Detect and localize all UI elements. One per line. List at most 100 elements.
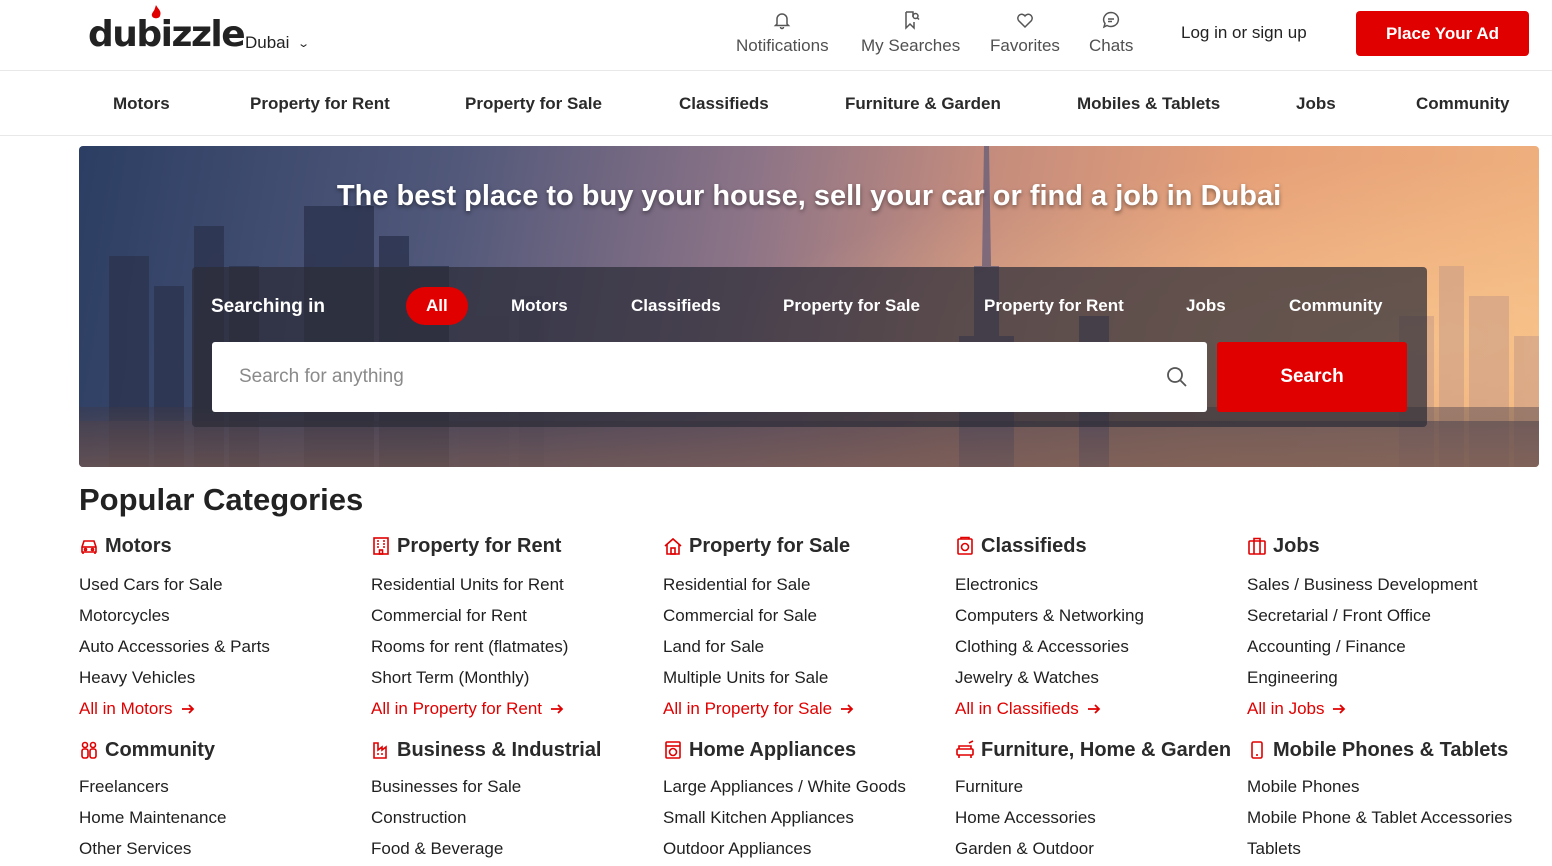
my-searches-link[interactable]: My Searches (861, 10, 960, 56)
category-link[interactable]: Jewelry & Watches (955, 662, 1245, 693)
city-label: Dubai (245, 33, 290, 52)
category-heading-label: Mobile Phones & Tablets (1273, 738, 1509, 761)
chevron-down-icon: ⌄ (297, 37, 311, 50)
category-link[interactable]: Tablets (1247, 833, 1547, 864)
search-tab-all[interactable]: All (406, 287, 468, 325)
category-link[interactable]: Large Appliances / White Goods (663, 771, 953, 802)
category-link[interactable]: Short Term (Monthly) (371, 662, 661, 693)
category-heading-mobile-phones-tablets[interactable]: Mobile Phones & Tablets (1247, 737, 1547, 763)
category-link[interactable]: Accounting / Finance (1247, 631, 1537, 662)
category-link[interactable]: Mobile Phone & Tablet Accessories (1247, 802, 1547, 833)
catbar-item-property-rent[interactable]: Property for Rent (250, 94, 390, 114)
search-tab-classifieds[interactable]: Classifieds (631, 287, 721, 325)
catbar-item-classifieds[interactable]: Classifieds (679, 94, 769, 114)
factory-icon (373, 742, 387, 759)
login-link[interactable]: Log in or sign up (1181, 23, 1307, 43)
category-link[interactable]: Home Maintenance (79, 802, 369, 833)
category-link[interactable]: Small Kitchen Appliances (663, 802, 953, 833)
arrow-right-icon (551, 703, 564, 714)
category-link[interactable]: Multiple Units for Sale (663, 662, 953, 693)
category-link[interactable]: Furniture (955, 771, 1245, 802)
category-column-community: Community Freelancers Home Maintenance O… (79, 737, 369, 864)
category-heading-label: Property for Sale (689, 534, 851, 557)
category-link[interactable]: Garden & Outdoor (955, 833, 1245, 864)
category-heading-label: Motors (105, 534, 172, 557)
notifications-link[interactable]: Notifications (736, 10, 829, 56)
category-link[interactable]: Residential Units for Rent (371, 569, 661, 600)
building-icon (373, 537, 389, 555)
category-link[interactable]: Home Accessories (955, 802, 1245, 833)
favorites-label: Favorites (990, 36, 1060, 55)
catbar-item-community[interactable]: Community (1416, 94, 1510, 114)
category-link[interactable]: Land for Sale (663, 631, 953, 662)
category-heading-home-appliances[interactable]: Home Appliances (663, 737, 953, 763)
category-link[interactable]: Commercial for Rent (371, 600, 661, 631)
category-link[interactable]: Residential for Sale (663, 569, 953, 600)
category-link[interactable]: Mobile Phones (1247, 771, 1547, 802)
category-link[interactable]: Construction (371, 802, 661, 833)
search-tab-community[interactable]: Community (1289, 287, 1383, 325)
category-link[interactable]: Clothing & Accessories (955, 631, 1245, 662)
all-in-property-rent-link[interactable]: All in Property for Rent (371, 693, 661, 724)
briefcase-icon (1248, 537, 1266, 555)
category-link[interactable]: Computers & Networking (955, 600, 1245, 631)
category-heading-property-rent[interactable]: Property for Rent (371, 533, 661, 559)
search-box (212, 342, 1207, 412)
category-link[interactable]: Freelancers (79, 771, 369, 802)
category-column-property-sale: Property for Sale Residential for Sale C… (663, 533, 953, 724)
category-link[interactable]: Sales / Business Development (1247, 569, 1537, 600)
all-in-property-sale-link[interactable]: All in Property for Sale (663, 693, 953, 724)
category-link[interactable]: Rooms for rent (flatmates) (371, 631, 661, 662)
catbar-item-furniture-garden[interactable]: Furniture & Garden (845, 94, 1001, 114)
category-heading-business-industrial[interactable]: Business & Industrial (371, 737, 661, 763)
category-heading-furniture-home-garden[interactable]: Furniture, Home & Garden (955, 737, 1245, 763)
sofa-icon (956, 740, 974, 758)
search-input[interactable] (212, 342, 1207, 412)
catbar-item-motors[interactable]: Motors (113, 94, 170, 114)
all-in-motors-link[interactable]: All in Motors (79, 693, 369, 724)
category-link[interactable]: Motorcycles (79, 600, 369, 631)
place-ad-button[interactable]: Place Your Ad (1356, 11, 1529, 56)
catbar-item-jobs[interactable]: Jobs (1296, 94, 1336, 114)
popular-categories-title: Popular Categories (79, 482, 364, 517)
category-heading-community[interactable]: Community (79, 737, 369, 763)
category-heading-jobs[interactable]: Jobs (1247, 533, 1537, 559)
all-in-jobs-link[interactable]: All in Jobs (1247, 693, 1537, 724)
category-heading-motors[interactable]: Motors (79, 533, 369, 559)
all-in-classifieds-link[interactable]: All in Classifieds (955, 693, 1245, 724)
search-button[interactable]: Search (1217, 342, 1407, 412)
classifieds-icon (957, 536, 973, 555)
category-link[interactable]: Businesses for Sale (371, 771, 661, 802)
category-column-furniture-home-garden: Furniture, Home & Garden Furniture Home … (955, 737, 1245, 864)
search-icon[interactable] (1165, 365, 1189, 389)
city-selector[interactable]: Dubai ⌄ (245, 33, 311, 53)
site-header: dubizzle Dubai ⌄ Notifications My Search… (0, 0, 1552, 71)
favorites-link[interactable]: Favorites (990, 10, 1060, 56)
search-tab-property-sale[interactable]: Property for Sale (783, 287, 920, 325)
category-link[interactable]: Food & Beverage (371, 833, 661, 864)
chats-link[interactable]: Chats (1089, 10, 1133, 56)
category-link[interactable]: Secretarial / Front Office (1247, 600, 1537, 631)
category-link[interactable]: Heavy Vehicles (79, 662, 369, 693)
category-link[interactable]: Other Services (79, 833, 369, 864)
category-heading-label: Home Appliances (689, 738, 857, 761)
my-searches-label: My Searches (861, 36, 961, 55)
catbar-item-mobiles-tablets[interactable]: Mobiles & Tablets (1077, 94, 1220, 114)
category-link[interactable]: Auto Accessories & Parts (79, 631, 369, 662)
search-tab-property-rent[interactable]: Property for Rent (984, 287, 1124, 325)
category-heading-classifieds[interactable]: Classifieds (955, 533, 1245, 559)
dubizzle-logo[interactable]: dubizzle (88, 5, 246, 60)
flame-icon (151, 5, 161, 19)
category-link[interactable]: Outdoor Appliances (663, 833, 953, 864)
category-heading-label: Furniture, Home & Garden (981, 738, 1232, 761)
category-heading-label: Business & Industrial (397, 738, 602, 761)
catbar-item-property-sale[interactable]: Property for Sale (465, 94, 602, 114)
category-heading-property-sale[interactable]: Property for Sale (663, 533, 953, 559)
search-tab-motors[interactable]: Motors (511, 287, 568, 325)
category-link[interactable]: Engineering (1247, 662, 1537, 693)
category-link[interactable]: Commercial for Sale (663, 600, 953, 631)
category-link[interactable]: Used Cars for Sale (79, 569, 369, 600)
category-link[interactable]: Electronics (955, 569, 1245, 600)
search-tab-jobs[interactable]: Jobs (1186, 287, 1226, 325)
heart-icon (1017, 13, 1033, 29)
